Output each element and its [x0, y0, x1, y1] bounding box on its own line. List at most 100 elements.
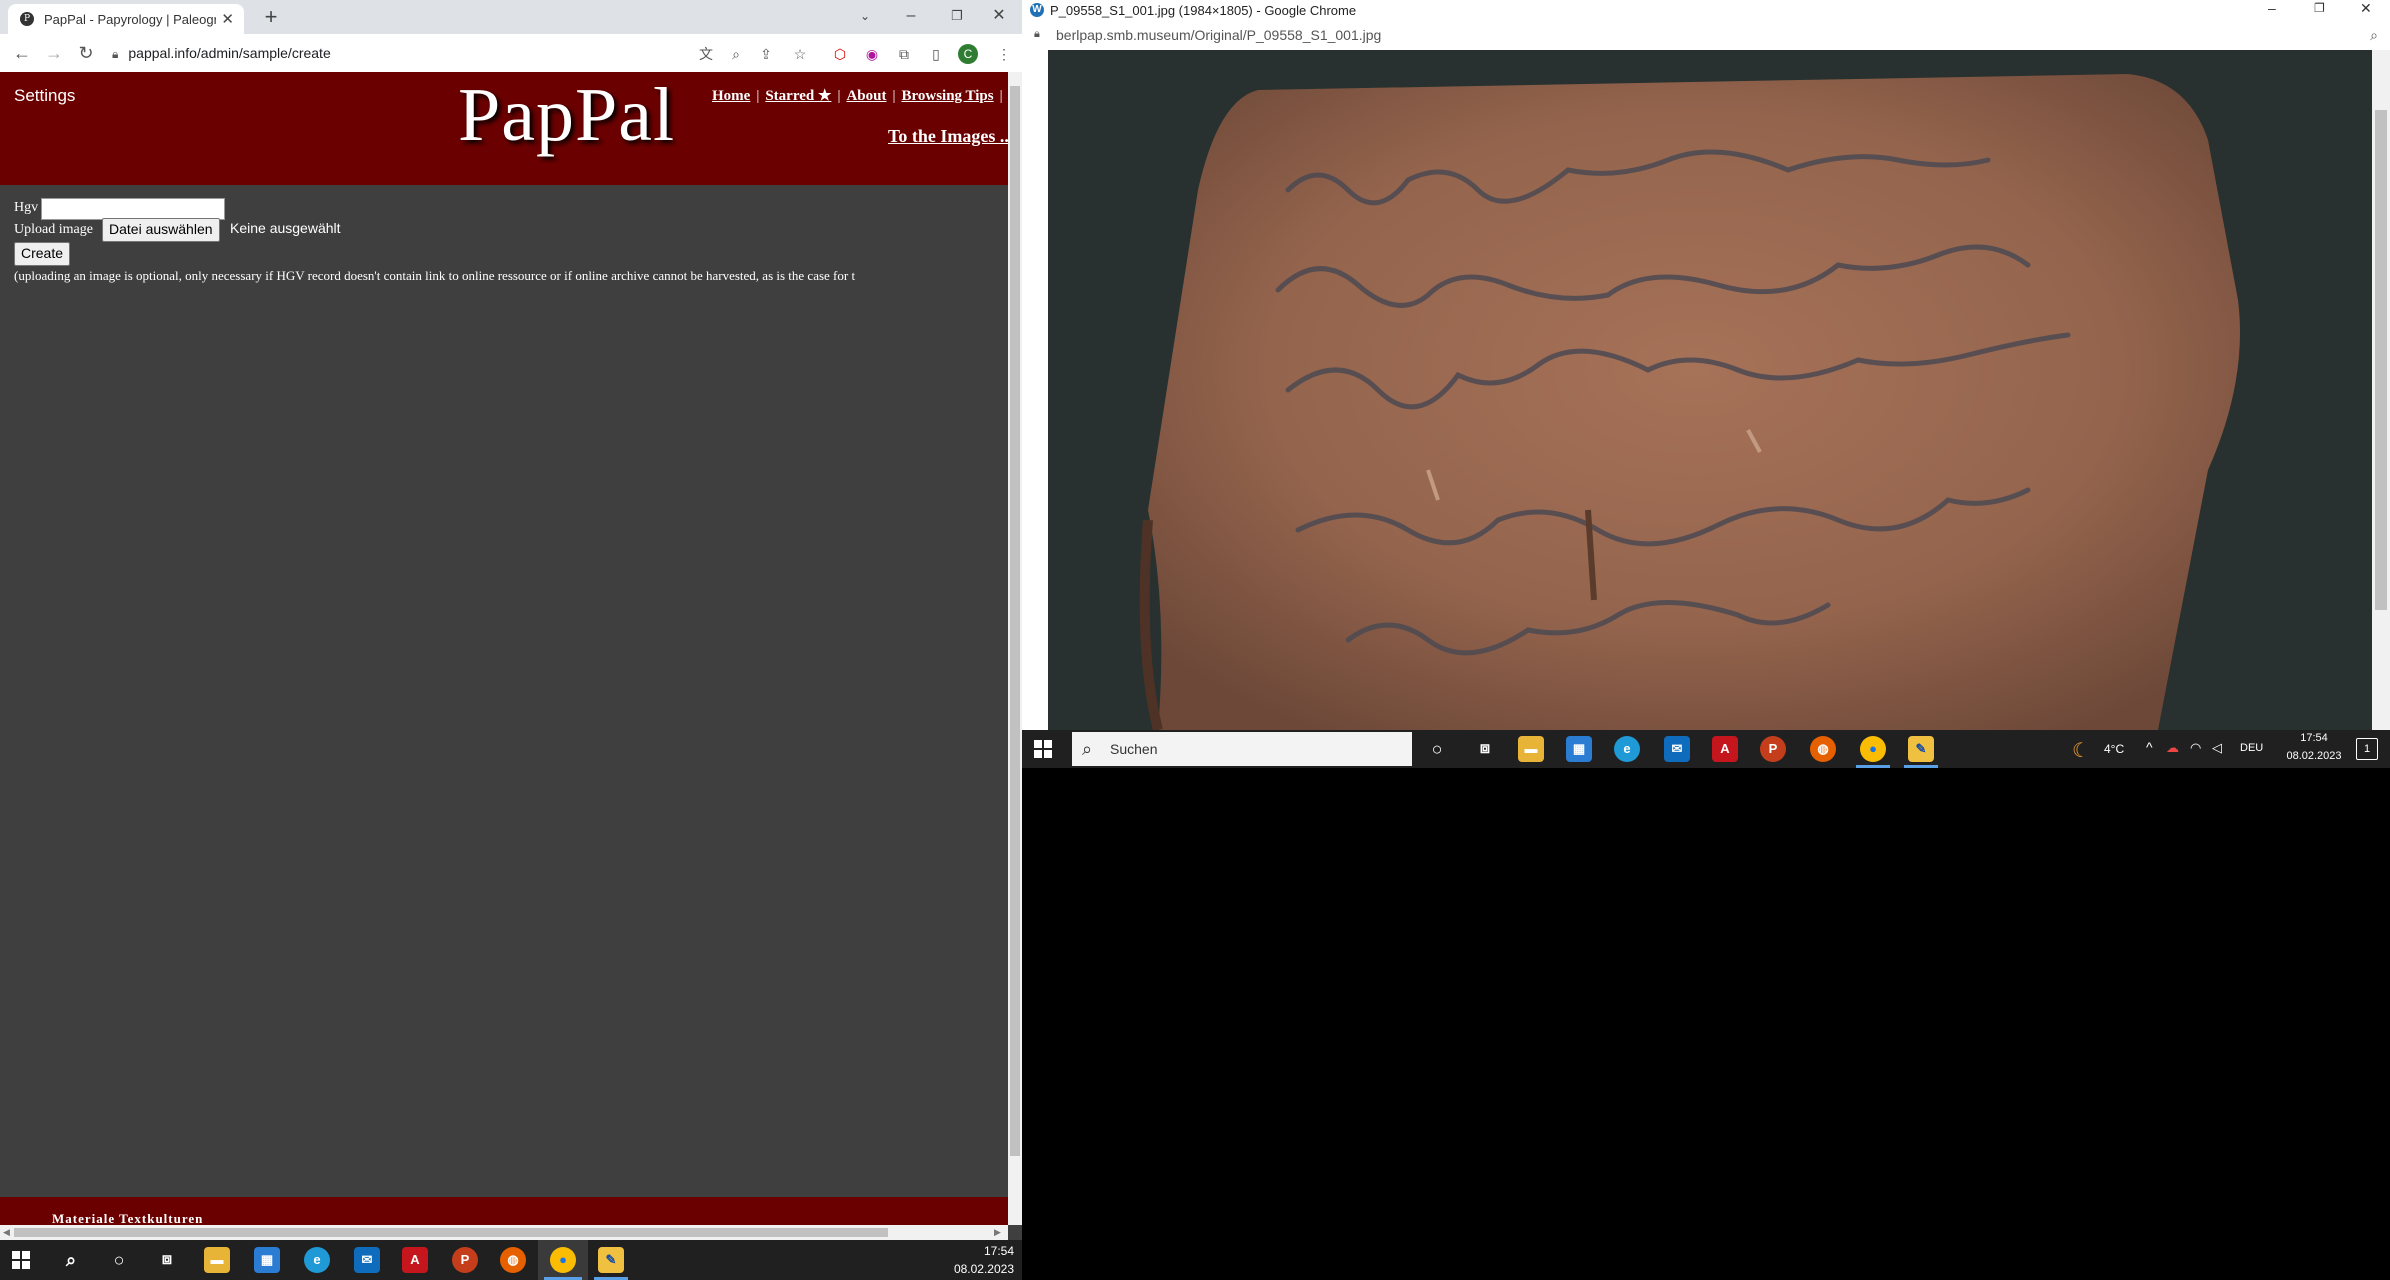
scroll-left-icon[interactable]: ◀ [3, 1227, 10, 1238]
hgv-input[interactable] [41, 198, 225, 220]
right-zoom-icon[interactable]: ⌕ [2370, 27, 2378, 44]
wifi-icon[interactable]: ◠ [2190, 740, 2201, 756]
tab-search-icon[interactable]: ⌄ [842, 0, 888, 32]
edge-icon[interactable]: e [1614, 736, 1640, 762]
upload-image-label: Upload image [14, 222, 93, 237]
language-indicator[interactable]: DEU [2240, 742, 2263, 754]
acrobat-icon[interactable]: A [1712, 736, 1738, 762]
create-button[interactable]: Create [14, 242, 71, 266]
weather-temperature[interactable]: 4°C [2104, 742, 2124, 756]
bottom-task-view-icon[interactable]: ⧈ [154, 1247, 180, 1273]
hgv-label: Hgv [14, 200, 39, 215]
right-close-icon[interactable]: ✕ [2360, 0, 2372, 17]
right-taskbar: ⌕ Suchen ○ ⧈ ▬ ▦ e ✉ A P ◍ ● ✎ ☾ 4°C ^ ☁… [1022, 730, 2390, 768]
right-address-bar[interactable]: 🔒︎ berlpap.smb.museum/Original/P_09558_S… [1022, 22, 2390, 50]
right-restore-icon[interactable]: ❐ [2314, 1, 2325, 15]
bottom-powerpoint-icon[interactable]: P [452, 1247, 478, 1273]
scroll-right-icon[interactable]: ▶ [994, 1227, 1001, 1238]
taskbar-date[interactable]: 08.02.2023 [2284, 750, 2344, 762]
volume-icon[interactable]: ◁ [2212, 740, 2222, 756]
address-bar[interactable]: 🔒︎ pappal.info/admin/sample/create [112, 42, 692, 64]
tab-title: PapPal - Papyrology | Paleography [44, 12, 216, 27]
forward-arrow-icon[interactable]: → [42, 42, 66, 64]
top-navigation: Home|Starred ★|About|Browsing Tips|C [712, 88, 1003, 104]
nav-home[interactable]: Home [712, 88, 750, 104]
right-scroll-thumb[interactable] [2375, 110, 2387, 610]
bottom-cortana-icon[interactable]: ○ [106, 1247, 132, 1273]
notification-center-icon[interactable]: 1 [2356, 738, 2378, 760]
wordpress-favicon-icon: W [1030, 3, 1044, 17]
chrome-active-indicator [1856, 765, 1890, 768]
right-lock-icon: 🔒︎ [1034, 28, 1040, 40]
chrome-icon[interactable]: ● [1860, 736, 1886, 762]
extensions-puzzle-icon[interactable]: ⧉ [894, 44, 914, 64]
bottom-taskbar-time[interactable]: 17:54 [984, 1244, 1014, 1258]
taskbar-time[interactable]: 17:54 [2290, 732, 2338, 744]
settings-link[interactable]: Settings [14, 86, 75, 106]
file-explorer-icon[interactable]: ▬ [1518, 736, 1544, 762]
bottom-chrome-icon[interactable]: ● [550, 1247, 576, 1273]
bottom-mail-icon[interactable]: ✉ [354, 1247, 380, 1273]
bottom-firefox-icon[interactable]: ◍ [500, 1247, 526, 1273]
bottom-acrobat-icon[interactable]: A [402, 1247, 428, 1273]
browser-toolbar: ← → ↻ 🔒︎ pappal.info/admin/sample/create … [0, 34, 1022, 73]
bottom-start-icon[interactable] [12, 1251, 30, 1269]
new-tab-button[interactable]: + [258, 4, 284, 30]
minimize-icon[interactable]: – [888, 0, 934, 32]
onedrive-icon[interactable]: ☁ [2166, 740, 2179, 756]
pappal-page: Settings PapPal Home | Starred ★ | About | Bro… [0, 72, 1008, 1225]
file-status-text: Keine ausgewählt [230, 220, 341, 236]
horizontal-scroll-thumb[interactable] [14, 1228, 888, 1237]
restore-icon[interactable]: ❐ [934, 0, 980, 32]
tab-pappal[interactable]: P PapPal - Papyrology | Paleography ✕ [8, 4, 244, 34]
page-footer: Materiale Textkulturen [0, 1197, 1008, 1225]
nav-browsing-tips[interactable]: Browsing Tips [901, 88, 993, 104]
nav-about[interactable]: About [846, 88, 886, 104]
weather-moon-icon[interactable]: ☾ [2072, 738, 2090, 763]
right-browser-window: W P_09558_S1_001.jpg (1984×1805) - Googl… [1022, 0, 2390, 730]
bottom-file-explorer-icon[interactable]: ▬ [204, 1247, 230, 1273]
reload-icon[interactable]: ↻ [74, 42, 98, 64]
url-text: pappal.info/admin/sample/create [128, 45, 331, 61]
upload-note: (uploading an image is optional, only ne… [14, 268, 856, 283]
snipping-tool-icon[interactable]: ✎ [1908, 736, 1934, 762]
side-panel-icon[interactable]: ▯ [926, 44, 946, 64]
powerpoint-icon[interactable]: P [1760, 736, 1786, 762]
bottom-taskbar-date[interactable]: 08.02.2023 [954, 1262, 1014, 1276]
translate-icon[interactable]: 文 [696, 44, 716, 64]
zoom-icon[interactable]: ⌕ [726, 44, 746, 64]
right-minimize-icon[interactable]: – [2268, 0, 2276, 16]
choose-file-button[interactable]: Datei auswählen [102, 218, 220, 242]
search-placeholder: Suchen [1110, 741, 1158, 757]
cortana-circle-icon[interactable]: ○ [1424, 736, 1450, 762]
ostracon-image [1048, 50, 2372, 730]
tab-strip: P PapPal - Papyrology | Paleography ✕ + … [0, 0, 1022, 34]
bottom-snipping-tool-icon[interactable]: ✎ [598, 1247, 624, 1273]
bottom-store-icon[interactable]: ▦ [254, 1247, 280, 1273]
profile-avatar[interactable]: C [958, 44, 978, 64]
store-icon[interactable]: ▦ [1566, 736, 1592, 762]
firefox-icon[interactable]: ◍ [1810, 736, 1836, 762]
mail-icon[interactable]: ✉ [1664, 736, 1690, 762]
create-sample-form: Hgv Upload image Datei auswählen Keine a… [14, 198, 1008, 288]
nav-starred[interactable]: Starred ★ [765, 88, 831, 104]
vertical-scroll-thumb[interactable] [1010, 86, 1020, 1156]
extension-purple-icon[interactable]: ◉ [862, 44, 882, 64]
share-icon[interactable]: ⇪ [756, 44, 776, 64]
tray-chevron-icon[interactable]: ^ [2146, 739, 2153, 755]
close-window-icon[interactable]: ✕ [976, 0, 1022, 32]
close-tab-icon[interactable]: ✕ [221, 10, 234, 28]
site-logo: PapPal [458, 73, 676, 157]
back-arrow-icon[interactable]: ← [10, 42, 34, 64]
bottom-search-icon[interactable]: ⌕ [58, 1247, 84, 1273]
bottom-edge-icon[interactable]: e [304, 1247, 330, 1273]
menu-kebab-icon[interactable]: ⋮ [994, 44, 1014, 64]
extension-red-icon[interactable]: ⬡ [830, 44, 850, 64]
footer-text: Materiale Textkulturen [52, 1211, 204, 1225]
to-the-images-link[interactable]: To the Images ... [888, 126, 1008, 147]
bookmark-star-icon[interactable]: ☆ [790, 44, 810, 64]
taskbar-search-box[interactable]: ⌕ Suchen [1072, 732, 1412, 766]
task-view-icon[interactable]: ⧈ [1472, 736, 1498, 762]
windows-start-icon[interactable] [1034, 740, 1052, 758]
right-window-title: P_09558_S1_001.jpg (1984×1805) - Google … [1050, 3, 1357, 18]
